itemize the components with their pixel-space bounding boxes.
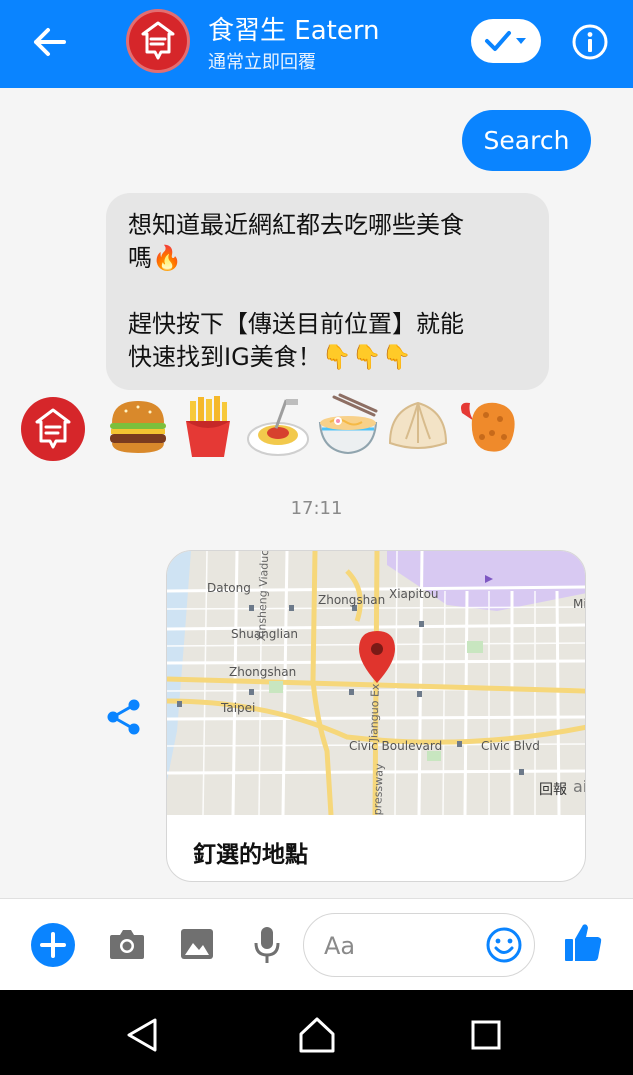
camera-button[interactable] [108,927,146,961]
message-composer: Aa [0,898,633,990]
plus-icon [40,932,66,958]
conversation-header: 食習生 Eatern 通常立即回覆 [0,0,633,88]
image-icon [181,929,213,959]
map-label: Datong [207,581,251,595]
system-recents-button[interactable] [471,1020,501,1050]
sent-message-bubble[interactable]: Search [462,110,591,171]
smiley-icon [486,927,522,963]
map-label: Xiapitou [389,587,439,601]
recents-icon [471,1020,501,1050]
report-link[interactable]: 回報 [539,779,567,799]
map-label: ai [573,777,586,796]
like-button[interactable] [563,921,603,965]
location-caption: 釘選的地點 [193,842,308,868]
page-title[interactable]: 食習生 Eatern [208,10,380,47]
message-input-placeholder: Aa [324,932,356,960]
message-input[interactable]: Aa [303,913,535,977]
map-road-label: Jianguo Ex [367,683,383,742]
info-icon [572,24,608,60]
eatern-logo-icon [35,408,71,449]
response-status: 通常立即回覆 [208,52,316,73]
map-label: Civic Blvd [481,739,540,753]
gallery-button[interactable] [179,927,215,961]
back-button[interactable] [30,24,70,60]
map-label: Zhongshan [318,593,386,607]
location-card[interactable]: Datong Zhongshan Xiapitou Shuanglian Zho… [166,550,586,882]
page-avatar[interactable] [126,9,190,73]
map-label: Zhongshan [229,665,297,679]
thumbs-up-icon [565,924,602,961]
microphone-icon [254,927,280,963]
message-timestamp: 17:11 [290,498,343,519]
emoji-message[interactable] [106,393,520,463]
system-home-button[interactable] [298,1016,336,1054]
arrow-left-icon [34,28,66,56]
spaghetti-icon [247,399,309,456]
map-preview[interactable]: Datong Zhongshan Xiapitou Shuanglian Zho… [167,551,586,815]
received-message-bubble[interactable]: 想知道最近網紅都去吃哪些美食 嗎🔥 趕快按下【傳送目前位置】就能 快速找到IG美… [106,193,549,390]
subscribe-toggle-button[interactable] [471,19,541,63]
share-button[interactable] [106,698,142,736]
system-navigation-bar [0,990,633,1075]
home-icon [299,1017,335,1053]
camera-icon [110,930,144,959]
triangle-back-icon [127,1018,157,1052]
dumpling-icon [388,401,448,449]
more-actions-button[interactable] [31,923,75,967]
noodle-bowl-icon [318,393,378,455]
message-text: 想知道最近網紅都去吃哪些美食 [128,211,464,239]
french-fries-icon [186,396,230,457]
share-icon [107,699,140,735]
map-label: Mi [573,597,586,611]
map-label: Taipei [221,701,256,715]
system-back-button[interactable] [125,1017,159,1053]
message-text: 嗎🔥 [128,244,182,272]
info-button[interactable] [571,23,609,61]
eatern-logo-icon [141,21,175,60]
fried-shrimp-icon [461,402,515,452]
hamburger-icon [110,401,166,453]
voice-button[interactable] [253,925,281,965]
message-text: 趕快按下【傳送目前位置】就能 [128,310,464,338]
map-label: Civic Boulevard [349,739,443,753]
message-text: 快速找到IG美食！👇👇👇 [128,343,412,371]
check-dropdown-icon [485,31,526,51]
map-road-label: pressway [371,763,386,815]
emoji-button[interactable] [485,926,523,964]
bot-avatar[interactable] [21,397,85,461]
